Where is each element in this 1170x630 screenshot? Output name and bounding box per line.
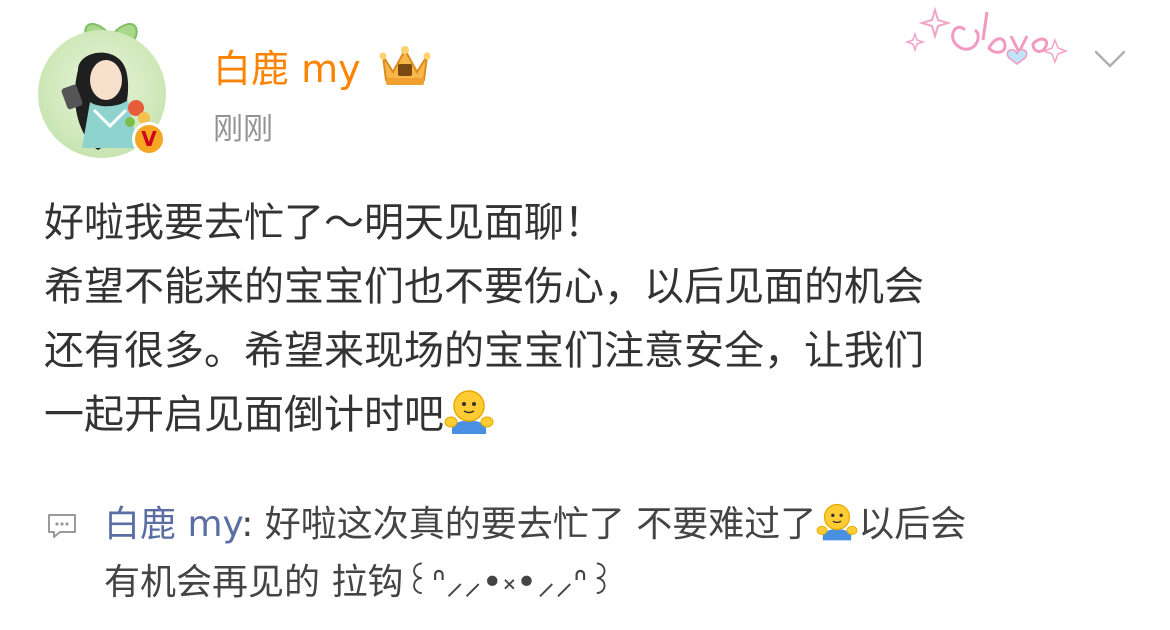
post-line-last: 一起开启见面倒计时吧 [44, 383, 1134, 447]
post-line: 好啦我要去忙了～明天见面聊！ [44, 200, 604, 246]
comment-text: 好啦这次真的要去忙了 不要难过了 [264, 504, 817, 545]
post-timestamp: 刚刚 [213, 112, 273, 147]
avatar[interactable]: V [36, 14, 176, 159]
chevron-down-icon[interactable] [1090, 44, 1130, 74]
post-content: 好啦我要去忙了～明天见面聊！ 希望不能来的宝宝们也不要伤心，以后见面的机会 还有… [44, 191, 1134, 447]
post-line: 希望不能来的宝宝们也不要伤心，以后见面的机会 [44, 264, 924, 310]
hug-emoji-icon [816, 503, 858, 541]
username[interactable]: 白鹿 my [213, 44, 361, 94]
post-line: 一起开启见面倒计时吧 [44, 392, 444, 438]
love-sparkle-decoration [905, 6, 1069, 65]
crown-icon[interactable] [378, 42, 432, 88]
hug-emoji-icon [444, 390, 494, 434]
verified-v-icon: V [132, 122, 166, 156]
comment-icon[interactable] [46, 512, 78, 540]
comment-line: 白鹿 my: 好啦这次真的要去忙了 不要难过了 以后会 [104, 496, 1154, 554]
comment-preview[interactable]: 白鹿 my: 好啦这次真的要去忙了 不要难过了 以后会 有机会再见的 拉钩꒰ᐢ⸝… [104, 496, 1154, 612]
comment-line: 有机会再见的 拉钩꒰ᐢ⸝⸝•༝•⸝⸝ᐢ꒱ [104, 562, 616, 603]
comment-separator: : [241, 504, 265, 545]
comment-text: 以后会 [858, 504, 967, 545]
post-line: 还有很多。希望来现场的宝宝们注意安全，让我们 [44, 328, 924, 374]
comment-author[interactable]: 白鹿 my [104, 504, 241, 545]
